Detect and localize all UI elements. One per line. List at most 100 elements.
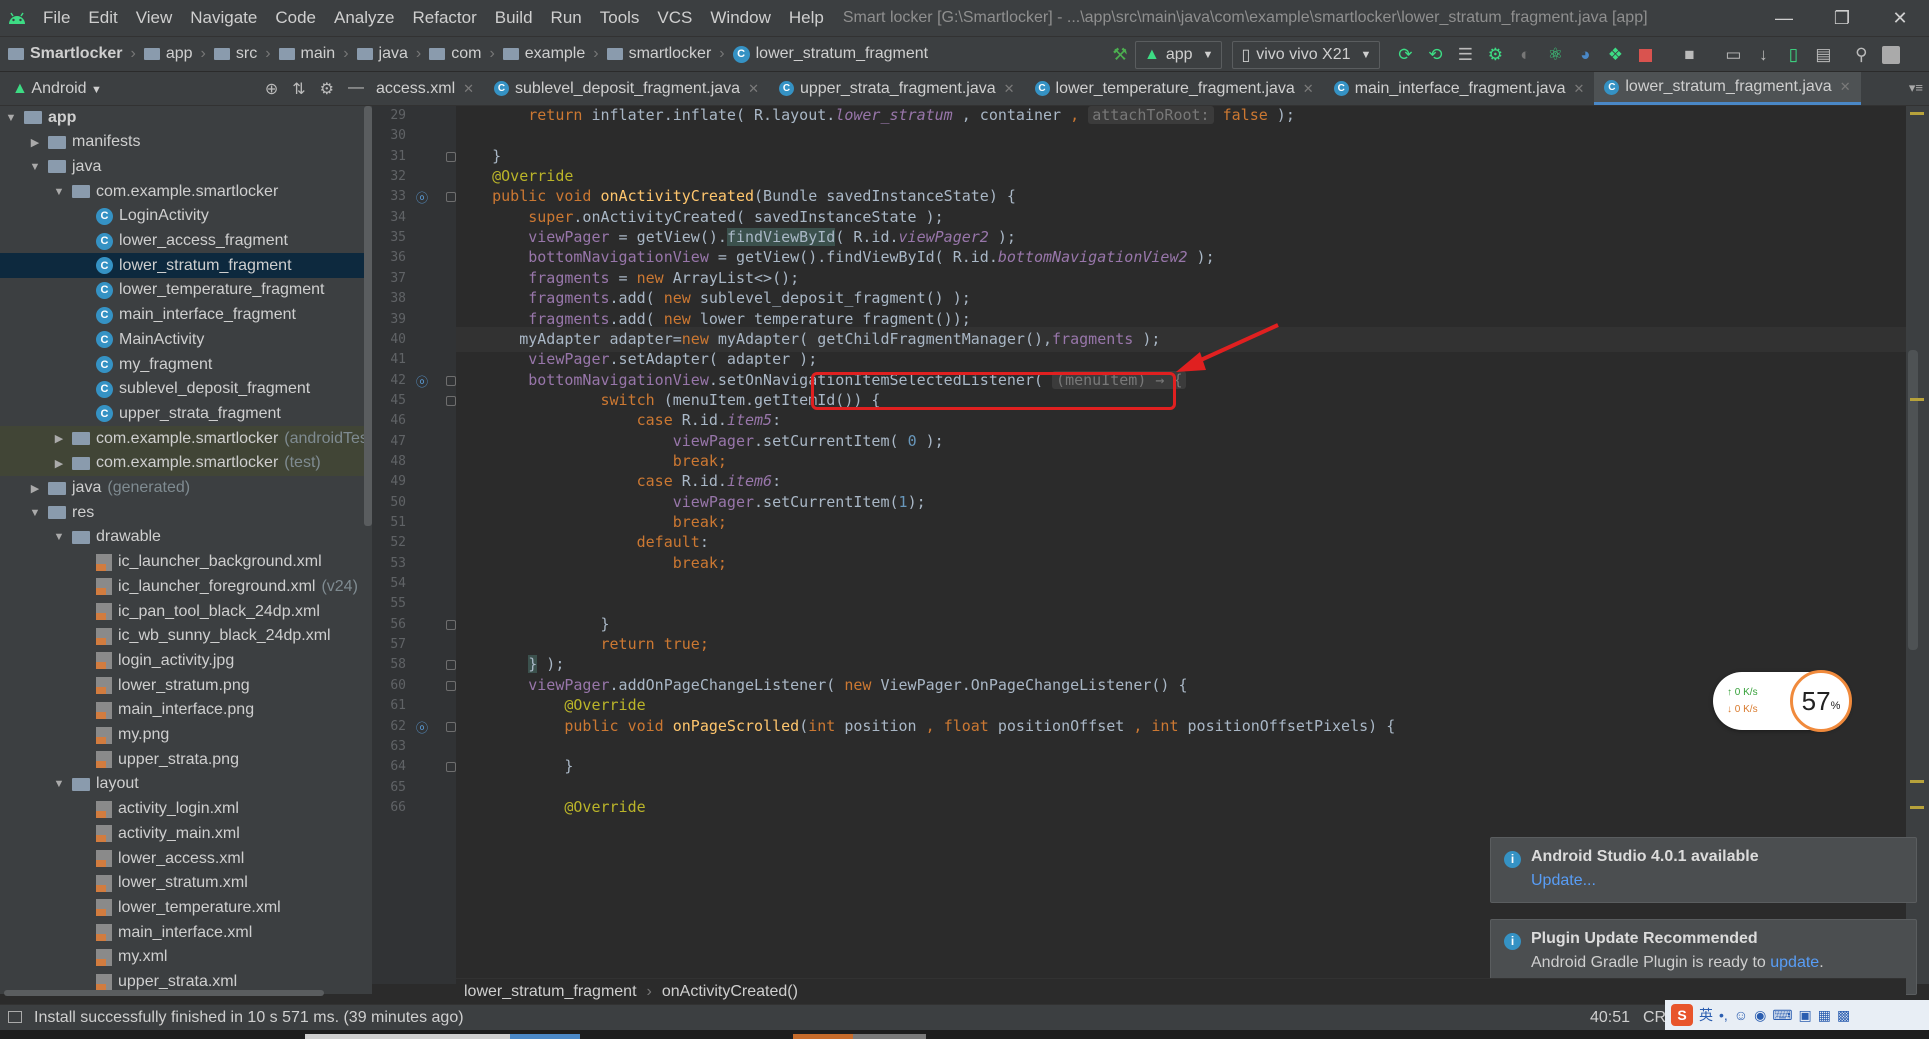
debug-bug-icon[interactable]: ⚙ <box>1480 41 1510 69</box>
stop-icon[interactable] <box>1630 41 1660 69</box>
tree-item[interactable]: my.xml <box>0 945 372 970</box>
code-line[interactable]: break; <box>456 551 727 576</box>
tree-item[interactable]: ic_pan_tool_black_24dp.xml <box>0 599 372 624</box>
toolbox-icon[interactable]: ▦ <box>1818 1007 1831 1024</box>
network-speed-widget[interactable]: ↑ 0 K/s ↓ 0 K/s 57% <box>1713 670 1852 732</box>
close-tab-icon[interactable]: ✕ <box>1303 81 1314 97</box>
tree-item[interactable]: lower_stratum.png <box>0 673 372 698</box>
apply-changes-icon[interactable]: ⟳ <box>1390 41 1420 69</box>
tree-item[interactable]: main_interface.png <box>0 698 372 723</box>
menu-run[interactable]: Run <box>542 8 591 28</box>
close-tab-icon[interactable]: ✕ <box>748 81 759 97</box>
project-tree-scrollbar[interactable] <box>364 106 372 526</box>
avd-manager-icon[interactable]: ▭ <box>1718 41 1748 69</box>
code-line[interactable]: return inflater.inflate( R.layout.lower_… <box>456 103 1295 128</box>
fold-marker-icon[interactable] <box>446 680 456 691</box>
logcat-icon[interactable]: ☰ <box>1450 41 1480 69</box>
close-tab-icon[interactable]: ✕ <box>1840 79 1851 95</box>
tab-lower-temperature-fragment-java[interactable]: Clower_temperature_fragment.java ✕ <box>1025 72 1324 105</box>
override-gutter-icon[interactable]: ⓞ <box>416 189 428 206</box>
line-separator[interactable]: CR <box>1643 1009 1666 1027</box>
breadcrumb-class[interactable]: lower_stratum_fragment <box>464 983 637 1001</box>
menu-refactor[interactable]: Refactor <box>403 8 485 28</box>
tree-item[interactable]: ▶ java (generated) <box>0 476 372 501</box>
fold-marker-icon[interactable] <box>446 395 456 406</box>
tree-item[interactable]: Cupper_strata_fragment <box>0 401 372 426</box>
tree-item[interactable]: ▼ java <box>0 154 372 179</box>
tree-item[interactable]: Clower_temperature_fragment <box>0 278 372 303</box>
warning-marker[interactable] <box>1910 398 1924 401</box>
chevron-down-icon[interactable]: ▼ <box>52 186 66 198</box>
tree-item[interactable]: login_activity.jpg <box>0 648 372 673</box>
menu-build[interactable]: Build <box>486 8 542 28</box>
skin-icon[interactable]: ▣ <box>1799 1007 1812 1024</box>
nav-crumb[interactable]: example › <box>495 45 599 63</box>
chevron-right-icon[interactable]: ▶ <box>28 482 42 495</box>
code-line[interactable]: } <box>456 754 573 779</box>
nav-crumb[interactable]: main › <box>271 45 349 63</box>
tab-sublevel-deposit-fragment-java[interactable]: Csublevel_deposit_fragment.java ✕ <box>484 72 769 105</box>
nav-crumb[interactable]: Clower_stratum_fragment <box>725 45 928 63</box>
warning-marker[interactable] <box>1910 806 1924 809</box>
chevron-down-icon[interactable]: ▼ <box>52 531 66 543</box>
nav-crumb[interactable]: com › <box>421 45 495 63</box>
nav-crumb[interactable]: smartlocker › <box>599 45 725 63</box>
update-link[interactable]: update <box>1770 954 1819 971</box>
editor-scrollbar[interactable] <box>1908 350 1918 650</box>
project-tree-hscrollbar[interactable] <box>4 990 324 996</box>
sogou-ime-icon[interactable]: S <box>1671 1004 1693 1026</box>
code-line[interactable]: public void onPageScrolled(int position … <box>456 714 1395 739</box>
taskbar-item[interactable] <box>510 1034 580 1039</box>
tab-lower-stratum-fragment-java[interactable]: Clower_stratum_fragment.java ✕ <box>1594 72 1861 105</box>
warning-marker[interactable] <box>1910 780 1924 783</box>
attach-process-icon[interactable]: ❖ <box>1600 41 1630 69</box>
override-gutter-icon[interactable]: ⓞ <box>416 373 428 390</box>
tree-item[interactable]: upper_strata.png <box>0 747 372 772</box>
close-tab-icon[interactable]: ✕ <box>1573 81 1584 97</box>
chevron-right-icon[interactable]: ▶ <box>28 136 42 149</box>
tree-item[interactable]: my.png <box>0 723 372 748</box>
profiler-icon[interactable]: ◕ <box>1570 41 1600 69</box>
menu-navigate[interactable]: Navigate <box>181 8 266 28</box>
device-select[interactable]: ▯ vivo vivo X21 ▼ <box>1232 41 1381 69</box>
tree-item[interactable]: C MainActivity <box>0 327 372 352</box>
nav-crumb[interactable]: Smartlocker › <box>0 45 136 63</box>
sdk-manager-icon[interactable]: ↓ <box>1748 41 1778 69</box>
close-window-button[interactable]: ✕ <box>1871 0 1929 36</box>
taskbar-item[interactable] <box>305 1034 510 1039</box>
tree-item[interactable]: ▼ layout <box>0 772 372 797</box>
emoji-icon[interactable]: ☺ <box>1734 1007 1748 1023</box>
tool-windows-icon[interactable] <box>8 1011 22 1023</box>
run-config-select[interactable]: ▲ app ▼ <box>1135 41 1223 69</box>
chevron-down-icon[interactable]: ▼ <box>28 507 42 519</box>
sync-project-icon[interactable]: ■ <box>1674 41 1704 69</box>
menu-code[interactable]: Code <box>266 8 325 28</box>
fold-marker-icon[interactable] <box>446 151 456 162</box>
fold-marker-icon[interactable] <box>446 721 456 732</box>
punctuation-icon[interactable]: •, <box>1719 1007 1728 1023</box>
menu-help[interactable]: Help <box>780 8 833 28</box>
tree-item[interactable]: ▶ manifests <box>0 130 372 155</box>
build-hammer-icon[interactable]: ⚒ <box>1105 41 1135 69</box>
menu-file[interactable]: File <box>34 8 79 28</box>
tree-item[interactable]: main_interface.xml <box>0 920 372 945</box>
tab-main-interface-fragment-java[interactable]: Cmain_interface_fragment.java ✕ <box>1324 72 1595 105</box>
tab-access-xml[interactable]: access.xml ✕ <box>372 72 484 105</box>
layout-inspector-icon[interactable]: ▤ <box>1808 41 1838 69</box>
tree-item[interactable]: Csublevel_deposit_fragment <box>0 377 372 402</box>
chevron-down-icon[interactable]: ▼ <box>52 778 66 790</box>
menu-analyze[interactable]: Analyze <box>325 8 403 28</box>
chevron-down-icon[interactable]: ▼ <box>4 112 18 124</box>
tree-item[interactable]: ic_launcher_foreground.xml (v24) <box>0 574 372 599</box>
project-view-select[interactable]: ▲ Android ▼ <box>0 80 102 98</box>
menu-view[interactable]: View <box>127 8 182 28</box>
attach-debugger-icon[interactable]: ⚛ <box>1540 41 1570 69</box>
nav-crumb[interactable]: app › <box>136 45 206 63</box>
menu-window[interactable]: Window <box>701 8 779 28</box>
device-manager-icon[interactable]: ▯ <box>1778 41 1808 69</box>
tree-item[interactable]: ▼ res <box>0 500 372 525</box>
nav-crumb[interactable]: src › <box>206 45 271 63</box>
keyboard-icon[interactable]: ⌨ <box>1772 1007 1792 1024</box>
menu-vcs[interactable]: VCS <box>648 8 701 28</box>
menu-edit[interactable]: Edit <box>79 8 126 28</box>
